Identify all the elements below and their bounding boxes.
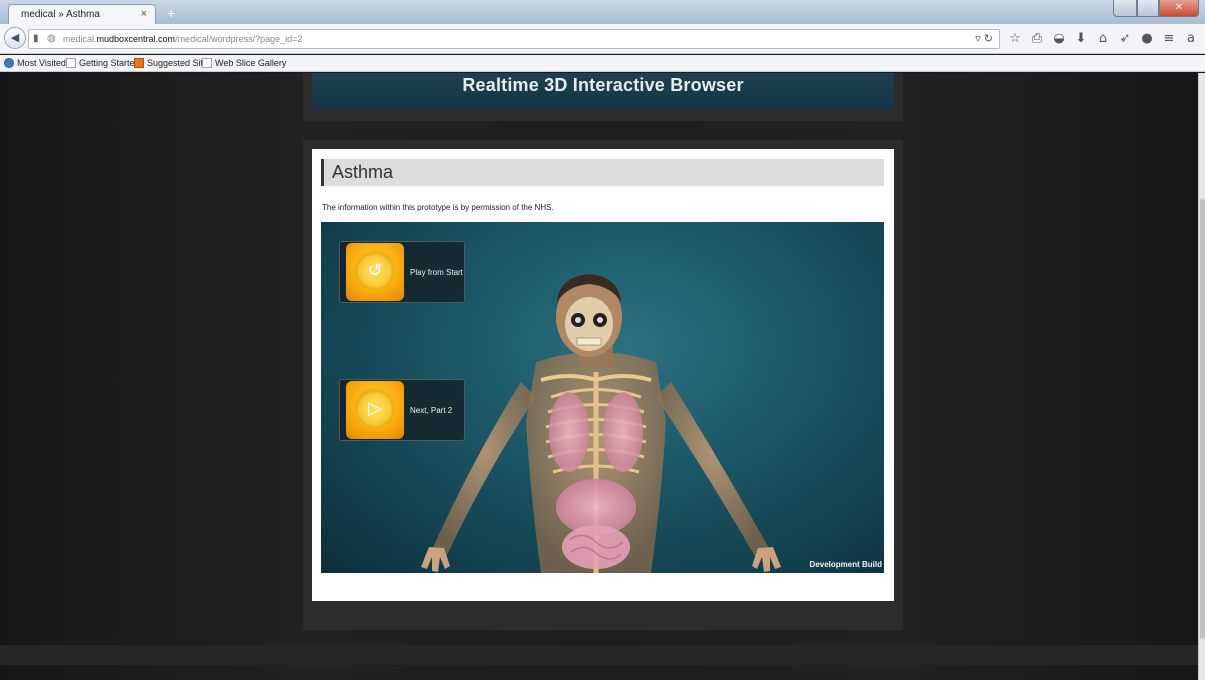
maximize-button[interactable] [1137, 0, 1159, 17]
bookmark-suggested-sites[interactable]: Suggested Sites [134, 58, 213, 68]
bookmark-label: Web Slice Gallery [215, 58, 287, 68]
back-button[interactable]: ◀ [4, 27, 26, 49]
close-tab-icon[interactable]: × [141, 8, 147, 20]
site-banner-title: Realtime 3D Interactive Browser [312, 73, 894, 110]
share-icon[interactable]: ➶ [1114, 31, 1136, 46]
play-from-start-control[interactable]: ↺ Play from Start [339, 241, 465, 303]
bookmarks-menu-icon[interactable]: ⎙ [1026, 31, 1048, 46]
page-icon [202, 58, 212, 68]
vertical-scrollbar[interactable] [1198, 73, 1205, 680]
bookmark-label: Getting Started [79, 58, 140, 68]
close-window-button[interactable]: ✕ [1159, 0, 1199, 17]
chat-icon[interactable]: ● [1136, 31, 1158, 46]
content-container: Asthma The information within this proto… [303, 140, 903, 630]
next-part-label: Next, Part 2 [410, 406, 453, 415]
download-icon[interactable]: ⬇ [1070, 31, 1092, 46]
bookmark-getting-started[interactable]: Getting Started [66, 58, 140, 68]
bookmarks-bar: Most Visited Getting Started Suggested S… [0, 55, 1205, 72]
url-path: /medical/wordpress/?page_id=2 [175, 34, 303, 44]
suggested-sites-icon [134, 58, 144, 68]
post-description: The information within this prototype is… [322, 203, 554, 212]
home-icon[interactable]: ⌂ [1092, 31, 1114, 46]
url-host: mudboxcentral.com [96, 34, 176, 44]
play-from-start-button[interactable]: ↺ [346, 243, 404, 301]
scrollbar-thumb[interactable] [1200, 199, 1205, 639]
page-icon [66, 58, 76, 68]
3d-viewer[interactable]: ↺ Play from Start ▷ Next, Part 2 Develop… [321, 222, 884, 573]
bookmark-web-slice-gallery[interactable]: Web Slice Gallery [202, 58, 286, 68]
menu-icon[interactable]: ≡ [1158, 31, 1180, 46]
tab-active[interactable]: medical » Asthma × [8, 4, 156, 24]
page-info-icon[interactable]: ▮ [33, 33, 39, 44]
bookmark-star-icon[interactable]: ☆ [1004, 31, 1026, 46]
navigation-bar: ◀ ▮ ◍ medical.mudboxcentral.com/medical/… [0, 24, 1205, 54]
post-title: Asthma [321, 159, 884, 186]
page-viewport: Realtime 3D Interactive Browser Asthma T… [0, 73, 1198, 680]
replay-icon: ↺ [354, 250, 396, 292]
site-header: Realtime 3D Interactive Browser [303, 73, 903, 121]
bookmark-label: Most Visited [17, 58, 66, 68]
url-prefix: medical. [63, 34, 97, 44]
post-card: Asthma The information within this proto… [312, 149, 894, 601]
title-bar: medical » Asthma × + ✕ [0, 0, 1205, 24]
play-icon: ▷ [354, 388, 396, 430]
amazon-icon[interactable]: a [1180, 31, 1202, 46]
new-tab-button[interactable]: + [160, 4, 182, 22]
globe-icon: ◍ [47, 33, 56, 44]
play-from-start-label: Play from Start [410, 268, 463, 277]
next-part-control[interactable]: ▷ Next, Part 2 [339, 379, 465, 441]
development-build-label: Development Build [809, 560, 882, 569]
toolbar-icons: ☆ ⎙ ◒ ⬇ ⌂ ➶ ● ≡ a [1004, 31, 1202, 46]
page-footer [0, 645, 1198, 665]
tab-title: medical » Asthma [21, 9, 100, 20]
reload-icon[interactable]: ▿ ↻ [975, 32, 993, 45]
most-visited-icon [4, 58, 14, 68]
minimize-button[interactable] [1113, 0, 1137, 17]
next-part-button[interactable]: ▷ [346, 381, 404, 439]
pocket-icon[interactable]: ◒ [1048, 31, 1070, 46]
window-controls: ✕ [1113, 0, 1199, 18]
address-bar[interactable]: ▮ ◍ medical.mudboxcentral.com/medical/wo… [28, 29, 1000, 49]
bookmark-most-visited[interactable]: Most Visited [4, 58, 66, 68]
